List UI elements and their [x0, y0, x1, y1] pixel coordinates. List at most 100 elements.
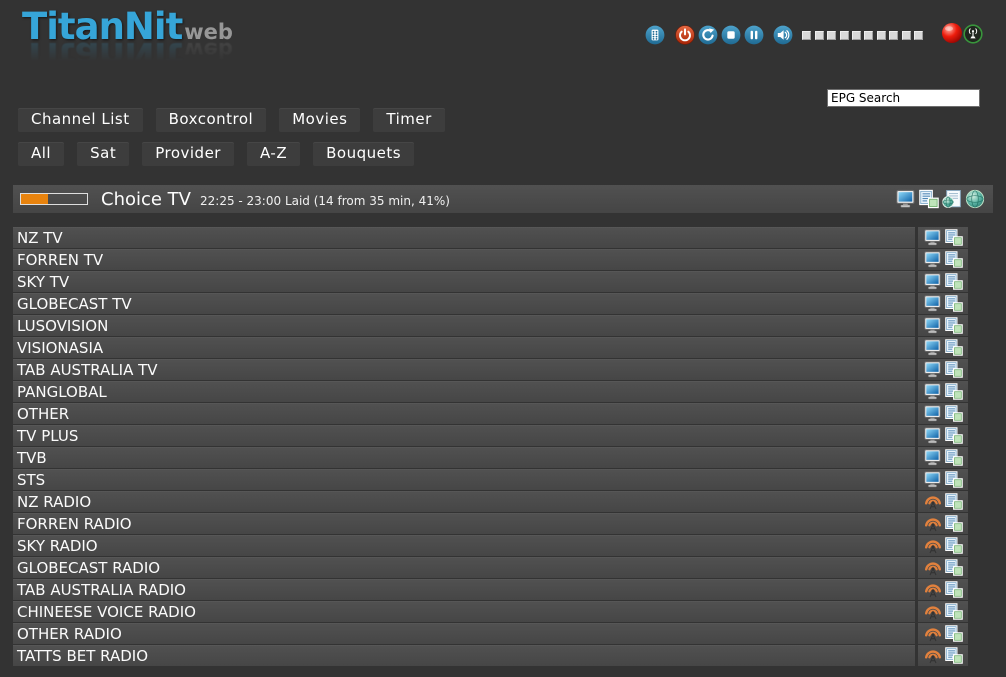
epg-icon[interactable] [945, 339, 963, 356]
filter-bouquets[interactable]: Bouquets [313, 142, 414, 166]
channel-name-cell[interactable]: SKY TV [13, 271, 915, 292]
speaker-icon[interactable] [773, 25, 793, 45]
volume-segment[interactable] [802, 31, 811, 40]
pause-icon[interactable] [744, 25, 764, 45]
epg-icon[interactable] [945, 383, 963, 400]
epg-icon[interactable] [945, 603, 963, 620]
epg-icon[interactable] [945, 515, 963, 532]
filter-all[interactable]: All [18, 142, 64, 166]
radio-icon[interactable] [924, 625, 942, 642]
channel-row: PANGLOBAL [13, 381, 968, 402]
tv-zap-icon[interactable] [924, 405, 942, 422]
channel-name-cell[interactable]: GLOBECAST TV [13, 293, 915, 314]
tv-zap-icon[interactable] [924, 273, 942, 290]
volume-segment[interactable] [827, 31, 836, 40]
epg-icon[interactable] [945, 581, 963, 598]
channel-name-cell[interactable]: OTHER [13, 403, 915, 424]
epg-icon[interactable] [945, 361, 963, 378]
tab-timer[interactable]: Timer [373, 108, 444, 132]
epg-icon[interactable] [945, 647, 963, 664]
now-playing-bar: Choice TV 22:25 - 23:00 Laid (14 from 35… [13, 185, 993, 213]
filter-sat[interactable]: Sat [77, 142, 129, 166]
tv-zap-icon[interactable] [924, 383, 942, 400]
epg-web-icon[interactable] [942, 189, 962, 209]
tv-zap-icon[interactable] [924, 449, 942, 466]
epg-icon[interactable] [945, 251, 963, 268]
channel-name-cell[interactable]: CHINEESE VOICE RADIO [13, 601, 915, 622]
channel-name-cell[interactable]: GLOBECAST RADIO [13, 557, 915, 578]
globe-icon[interactable] [965, 189, 985, 209]
channel-actions [918, 623, 968, 644]
stream-icon[interactable] [963, 24, 983, 44]
epg-search-input[interactable] [827, 89, 980, 107]
volume-segment[interactable] [864, 31, 873, 40]
filter-provider[interactable]: Provider [142, 142, 234, 166]
epg-icon[interactable] [945, 625, 963, 642]
epg-icon[interactable] [945, 471, 963, 488]
channel-name-cell[interactable]: NZ TV [13, 227, 915, 248]
epg-icon[interactable] [945, 317, 963, 334]
epg-icon[interactable] [945, 229, 963, 246]
epg-icon[interactable] [945, 295, 963, 312]
channel-name-cell[interactable]: LUSOVISION [13, 315, 915, 336]
channel-row: SKY RADIO [13, 535, 968, 556]
tv-zap-icon[interactable] [924, 295, 942, 312]
channel-name-cell[interactable]: FORREN RADIO [13, 513, 915, 534]
tab-channel-list[interactable]: Channel List [18, 108, 143, 132]
channel-name-cell[interactable]: TV PLUS [13, 425, 915, 446]
epg-icon[interactable] [945, 449, 963, 466]
radio-icon[interactable] [924, 647, 942, 664]
channel-name-cell[interactable]: TVB [13, 447, 915, 468]
radio-icon[interactable] [924, 515, 942, 532]
radio-icon[interactable] [924, 559, 942, 576]
remote-icon[interactable] [645, 25, 665, 45]
tab-movies[interactable]: Movies [279, 108, 360, 132]
volume-segment[interactable] [877, 31, 886, 40]
channel-name-cell[interactable]: PANGLOBAL [13, 381, 915, 402]
power-icon[interactable] [675, 25, 695, 45]
channel-name-cell[interactable]: TAB AUSTRALIA TV [13, 359, 915, 380]
filter-a-z[interactable]: A-Z [247, 142, 300, 166]
channel-name-cell[interactable]: FORREN TV [13, 249, 915, 270]
epg-progress-fill [21, 194, 48, 204]
channel-name-cell[interactable]: VISIONASIA [13, 337, 915, 358]
tv-zap-icon[interactable] [924, 471, 942, 488]
tv-zap-icon[interactable] [924, 339, 942, 356]
channel-actions [918, 447, 968, 468]
epg-icon[interactable] [945, 559, 963, 576]
tab-boxcontrol[interactable]: Boxcontrol [156, 108, 267, 132]
channel-name-cell[interactable]: NZ RADIO [13, 491, 915, 512]
channel-name-cell[interactable]: TATTS BET RADIO [13, 645, 915, 666]
channel-name-cell[interactable]: TAB AUSTRALIA RADIO [13, 579, 915, 600]
channel-name: FORREN TV [17, 251, 103, 269]
tv-zap-icon[interactable] [924, 251, 942, 268]
volume-segment[interactable] [815, 31, 824, 40]
tv-icon[interactable] [896, 189, 916, 209]
restart-icon[interactable] [698, 25, 718, 45]
epg-icon[interactable] [945, 427, 963, 444]
radio-icon[interactable] [924, 581, 942, 598]
now-playing-info: Choice TV 22:25 - 23:00 Laid (14 from 35… [101, 189, 450, 210]
epg-copy-icon[interactable] [919, 189, 939, 209]
channel-name-cell[interactable]: OTHER RADIO [13, 623, 915, 644]
channel-name-cell[interactable]: SKY RADIO [13, 535, 915, 556]
tv-zap-icon[interactable] [924, 427, 942, 444]
stop-icon[interactable] [721, 25, 741, 45]
radio-icon[interactable] [924, 493, 942, 510]
epg-icon[interactable] [945, 537, 963, 554]
volume-segment[interactable] [914, 31, 923, 40]
control-buttons [645, 25, 793, 45]
tv-zap-icon[interactable] [924, 317, 942, 334]
volume-segment[interactable] [840, 31, 849, 40]
volume-segment[interactable] [852, 31, 861, 40]
epg-icon[interactable] [945, 493, 963, 510]
radio-icon[interactable] [924, 537, 942, 554]
channel-name-cell[interactable]: STS [13, 469, 915, 490]
radio-icon[interactable] [924, 603, 942, 620]
volume-segment[interactable] [889, 31, 898, 40]
tv-zap-icon[interactable] [924, 361, 942, 378]
epg-icon[interactable] [945, 273, 963, 290]
volume-segment[interactable] [902, 31, 911, 40]
epg-icon[interactable] [945, 405, 963, 422]
tv-zap-icon[interactable] [924, 229, 942, 246]
